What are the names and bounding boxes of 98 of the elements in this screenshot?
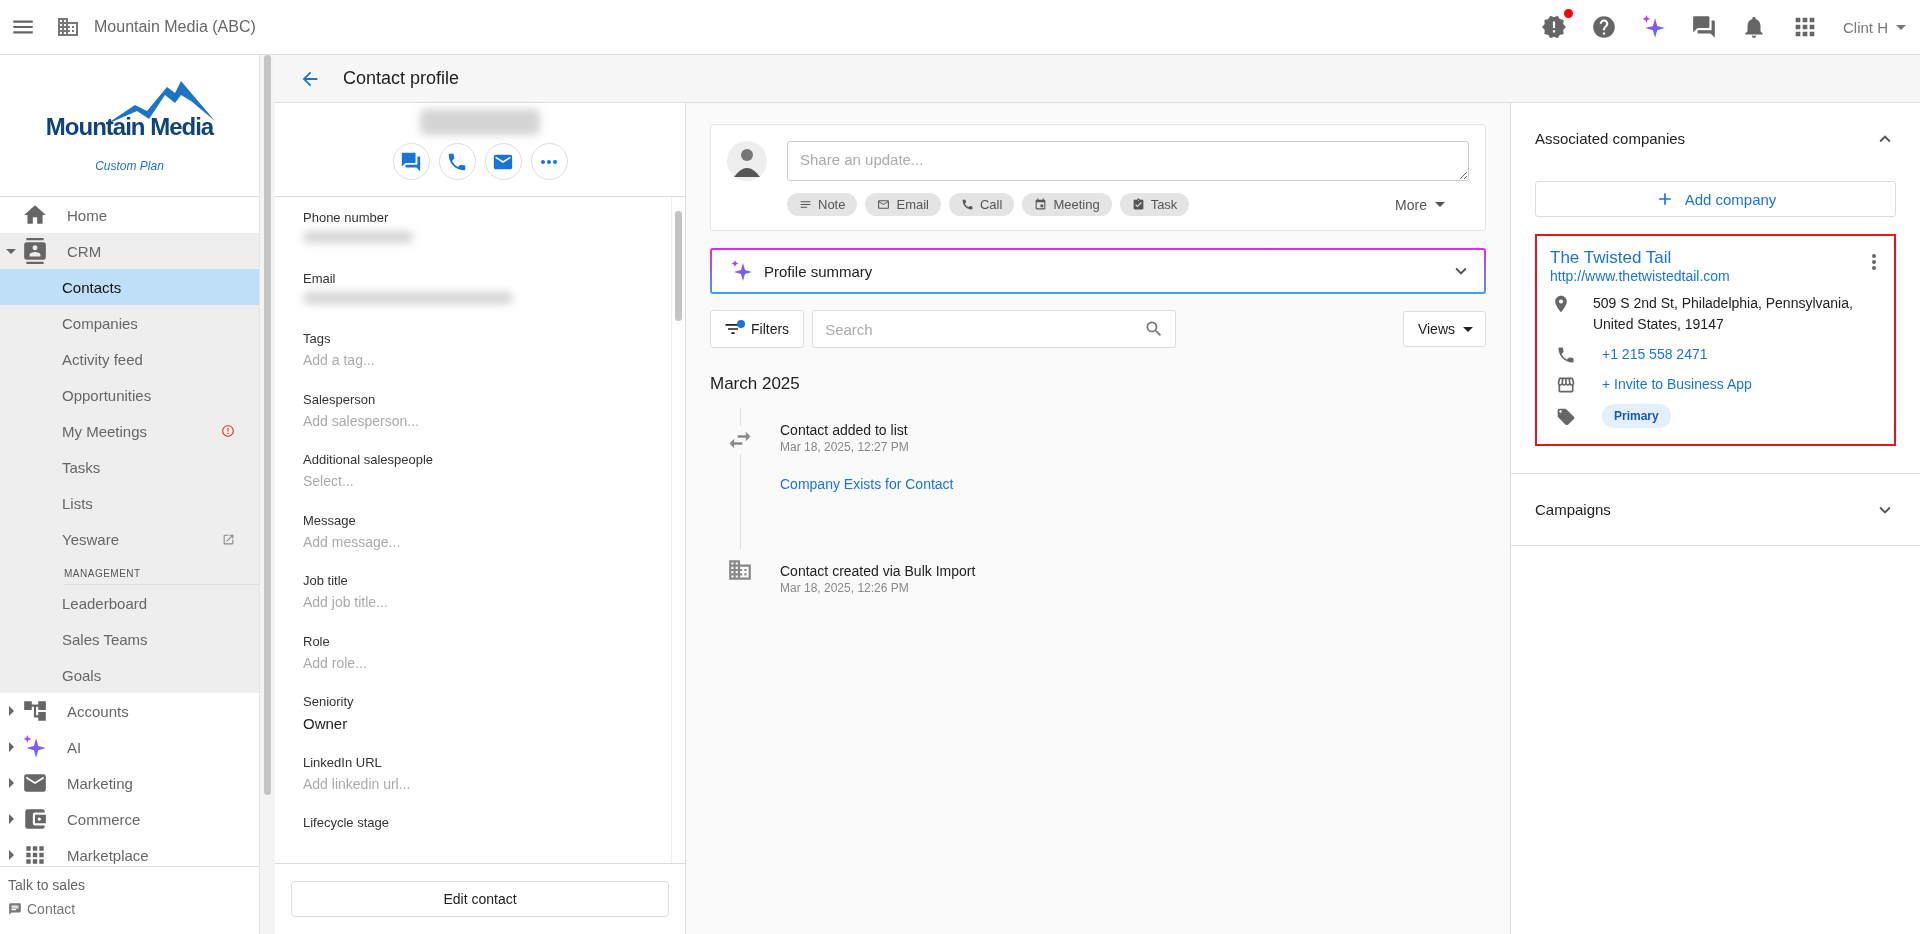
nav-item[interactable]: Sales Teams <box>0 621 259 657</box>
nav-item[interactable]: AI <box>0 729 259 765</box>
alert-icon <box>221 424 235 438</box>
caret-icon <box>1463 326 1473 332</box>
more-icon <box>1872 254 1876 270</box>
section-heading: MANAGEMENT <box>64 557 259 585</box>
company-name[interactable]: The Twisted Tail <box>1550 248 1872 268</box>
nav-item[interactable]: Activity feed <box>0 341 259 377</box>
field-value[interactable]: Owner <box>303 715 671 732</box>
activity-chip[interactable]: Call <box>949 193 1015 216</box>
field-label: Email <box>303 270 337 286</box>
page-title: Contact profile <box>343 68 460 89</box>
field-label: Phone number <box>303 210 390 225</box>
company-url[interactable]: http://www.thetwistedtail.com <box>1550 268 1872 284</box>
field-label: Job title <box>303 573 349 588</box>
envelope-icon <box>877 198 891 211</box>
building-icon <box>56 15 80 39</box>
nav-item[interactable]: Home <box>0 197 259 233</box>
help-button[interactable] <box>1591 14 1617 40</box>
field-label: Lifecycle stage <box>303 815 390 830</box>
more-dropdown[interactable]: More <box>1389 195 1451 214</box>
nav-item[interactable]: Tasks <box>0 449 259 485</box>
nav-icon <box>22 238 48 264</box>
activity-chip[interactable]: Task <box>1119 193 1190 216</box>
field-label: Role <box>303 633 331 649</box>
associated-companies-header[interactable]: Associated companies <box>1535 103 1896 174</box>
month-heading: March 2025 <box>710 374 801 394</box>
field-label: LinkedIn URL <box>303 754 383 770</box>
email-button[interactable] <box>484 143 522 180</box>
logo-text: Mountain Media <box>45 112 214 141</box>
alert-button[interactable] <box>1541 14 1567 40</box>
chat-icon <box>8 902 22 916</box>
activity-chip[interactable]: Note <box>787 193 858 216</box>
chat-icon <box>400 150 422 173</box>
nav-item[interactable]: Companies <box>0 305 259 341</box>
update-field[interactable]: Share an update... <box>787 141 1469 181</box>
phone-icon <box>961 198 974 211</box>
nav-item[interactable]: Accounts <box>0 693 259 729</box>
call-button[interactable] <box>438 143 476 180</box>
nav-item[interactable]: Goals <box>0 657 259 693</box>
user-menu[interactable]: Clint H <box>1843 18 1906 36</box>
nav-item[interactable]: My Meetings <box>0 413 259 449</box>
scrollbar[interactable] <box>675 211 682 321</box>
field-label: Message <box>303 512 357 528</box>
campaigns-header[interactable]: Campaigns <box>1535 474 1896 545</box>
filters-button[interactable]: Filters <box>710 310 805 348</box>
building-icon <box>727 557 753 583</box>
more-icon <box>541 159 557 164</box>
checkbox-icon <box>1131 198 1145 211</box>
profile-summary-bar[interactable]: Profile summary <box>710 248 1486 294</box>
event-time: Mar 18, 2025, 12:26 PM <box>780 581 910 595</box>
event-title: Contact added to list <box>780 422 909 438</box>
activity-chip[interactable]: Email <box>865 193 941 216</box>
nav-icon <box>22 698 48 724</box>
nav-item[interactable]: CRM <box>0 233 259 269</box>
add-company-button[interactable]: Add company <box>1535 181 1896 217</box>
more-button[interactable] <box>530 143 568 180</box>
contact-link[interactable]: Contact <box>8 901 251 917</box>
account-name: Mountain Media (ABC) <box>94 18 256 36</box>
search-field[interactable]: Search <box>812 310 1177 348</box>
nav-item[interactable]: Commerce <box>0 801 259 837</box>
nav-item[interactable]: Contacts <box>0 269 259 305</box>
avatar-icon <box>727 141 767 181</box>
tag-icon <box>1556 406 1576 427</box>
nav-icon <box>22 806 48 832</box>
phone-icon <box>1556 345 1576 365</box>
invite-link[interactable]: + Invite to Business App <box>1602 374 1752 395</box>
company-address: 509 S 2nd St, Philadelphia, Pennsylvania, United States, 19147 <box>1592 294 1854 334</box>
notes-icon <box>799 198 812 211</box>
nav-item[interactable]: Marketing <box>0 765 259 801</box>
field-label: Tags <box>303 331 332 346</box>
event-link[interactable]: Company Exists for Contact <box>780 476 954 492</box>
caret-icon <box>1435 202 1445 207</box>
field-label: Seniority <box>303 694 355 709</box>
caret-icon <box>1896 24 1906 30</box>
edit-contact-button[interactable]: Edit contact <box>291 881 669 917</box>
event-title: Contact created via Bulk Import <box>780 563 976 579</box>
nav-item[interactable]: Lists <box>0 485 259 521</box>
field-label: Additional salespeople <box>303 452 435 467</box>
nav-item[interactable]: Marketplace <box>0 837 259 866</box>
chat-button[interactable] <box>1691 14 1717 40</box>
nav-item[interactable]: Yesware <box>0 521 259 557</box>
more-options-button[interactable] <box>1872 254 1876 270</box>
nav-item[interactable]: Opportunities <box>0 377 259 413</box>
message-button[interactable] <box>392 143 430 180</box>
activity-chip[interactable]: Meeting <box>1022 193 1112 216</box>
views-dropdown[interactable]: Views <box>1402 311 1486 347</box>
plan-label: Custom Plan <box>95 158 164 173</box>
external-link-icon <box>222 532 235 546</box>
nav-item[interactable]: Leaderboard <box>0 585 259 621</box>
calendar-icon <box>1034 198 1048 211</box>
scrollbar[interactable] <box>264 55 271 795</box>
talk-to-sales-label: Talk to sales <box>8 877 87 893</box>
event-time: Mar 18, 2025, 12:27 PM <box>780 440 910 454</box>
field-label: Salesperson <box>303 391 377 407</box>
primary-tag: Primary <box>1602 404 1671 428</box>
store-icon <box>1556 375 1576 395</box>
company-phone[interactable]: +1 215 558 2471 <box>1602 344 1708 365</box>
